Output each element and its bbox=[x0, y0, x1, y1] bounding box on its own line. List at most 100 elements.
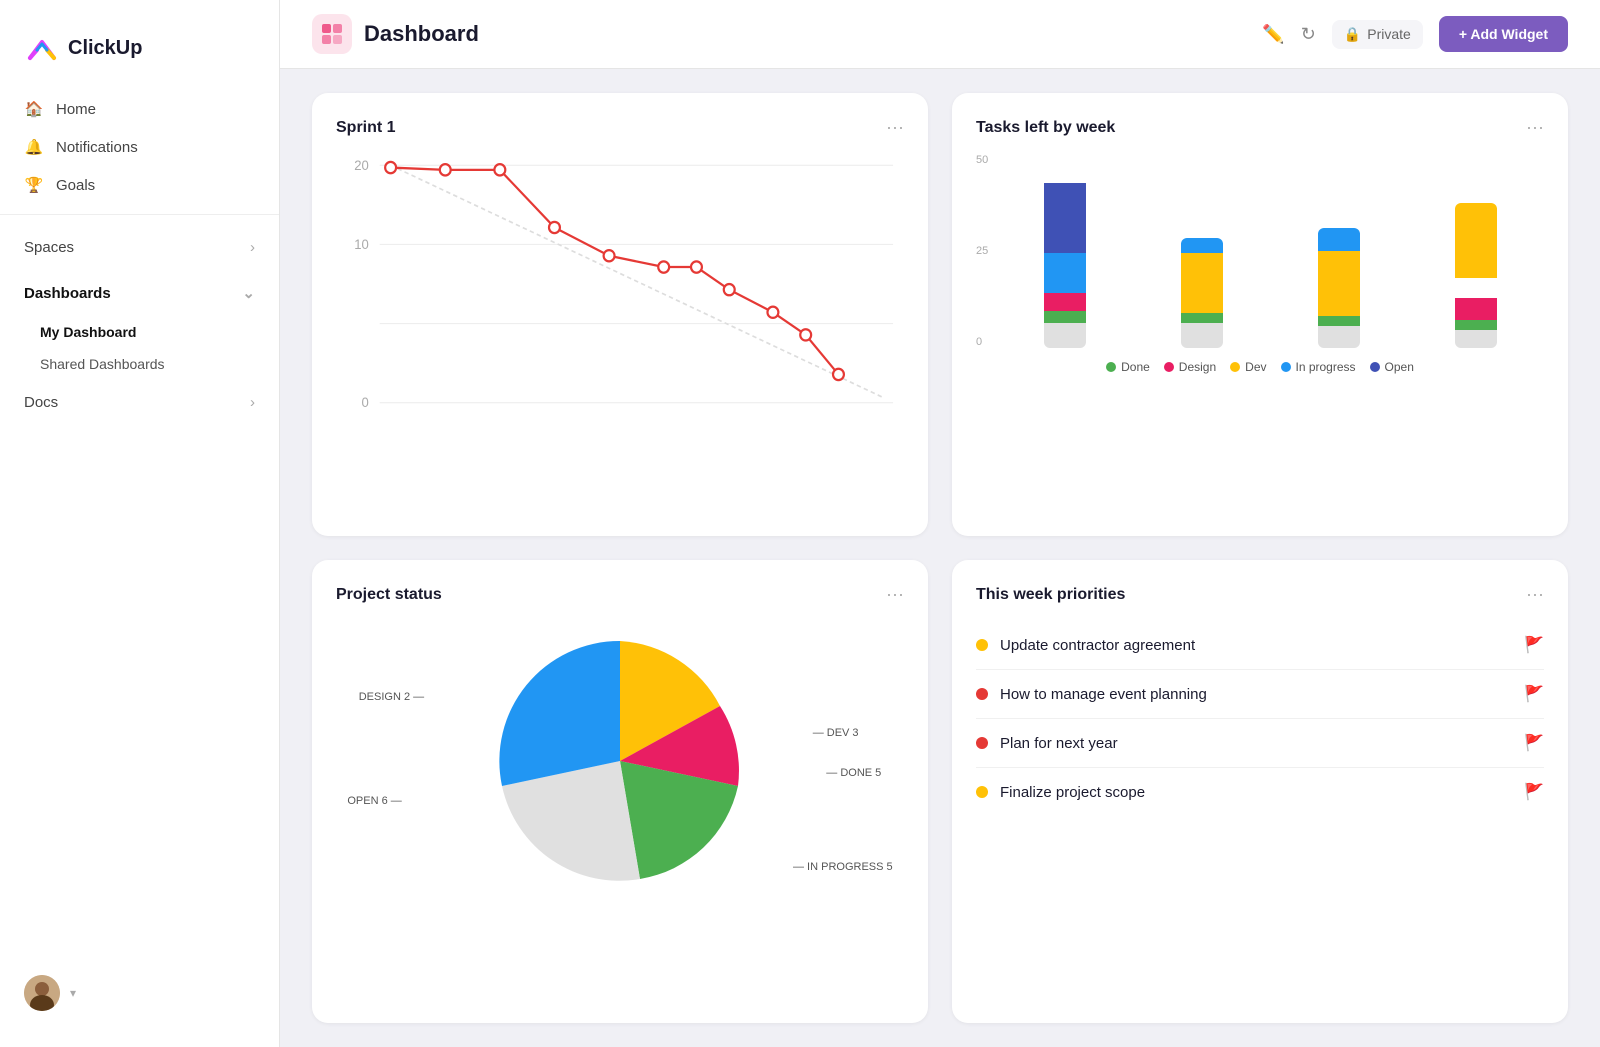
sprint-card-title: Sprint 1 bbox=[336, 119, 396, 137]
y-label-0: 0 bbox=[976, 336, 988, 348]
sidebar-item-notifications-label: Notifications bbox=[56, 139, 138, 156]
chevron-down-user-icon: ▾ bbox=[70, 986, 76, 1000]
legend-design: Design bbox=[1164, 360, 1216, 374]
tasks-menu-icon[interactable]: ··· bbox=[1526, 117, 1544, 138]
project-status-menu[interactable]: ··· bbox=[886, 584, 904, 605]
priority-dot-2 bbox=[976, 688, 988, 700]
my-dashboard-label: My Dashboard bbox=[40, 324, 136, 340]
user-profile[interactable]: ▾ bbox=[0, 959, 279, 1027]
priority-flag-2: 🚩 bbox=[1524, 684, 1544, 704]
priorities-card: This week priorities ··· Update contract… bbox=[952, 560, 1568, 1023]
sidebar-item-home[interactable]: 🏠 Home bbox=[0, 90, 279, 128]
dashboards-section-left: Dashboards bbox=[24, 285, 111, 302]
svg-text:10: 10 bbox=[354, 237, 369, 252]
sprint-card-header: Sprint 1 ··· bbox=[336, 117, 904, 138]
legend-done-label: Done bbox=[1121, 360, 1150, 374]
content-grid: Sprint 1 ··· 20 10 0 bbox=[280, 69, 1600, 1047]
priority-flag-3: 🚩 bbox=[1524, 733, 1544, 753]
priority-flag-4: 🚩 bbox=[1524, 782, 1544, 802]
priority-item-1: Update contractor agreement 🚩 bbox=[976, 621, 1544, 670]
project-status-header: Project status ··· bbox=[336, 584, 904, 605]
shared-dashboards-label: Shared Dashboards bbox=[40, 356, 165, 372]
priority-text-2: How to manage event planning bbox=[1000, 686, 1512, 703]
pie-label-done: — DONE 5 bbox=[826, 767, 881, 779]
priority-dot-1 bbox=[976, 639, 988, 651]
goals-icon: 🏆 bbox=[24, 176, 44, 194]
y-label-25: 25 bbox=[976, 245, 988, 257]
sidebar-item-shared-dashboards[interactable]: Shared Dashboards bbox=[0, 348, 279, 380]
project-status-title: Project status bbox=[336, 586, 442, 604]
sprint-card: Sprint 1 ··· 20 10 0 bbox=[312, 93, 928, 536]
main-area: Dashboard ✏️ ↻ 🔒 Private + Add Widget Sp… bbox=[280, 0, 1600, 1047]
chevron-right-icon: › bbox=[250, 239, 255, 256]
sidebar-item-my-dashboard[interactable]: My Dashboard bbox=[0, 316, 279, 348]
avatar bbox=[24, 975, 60, 1011]
pie-label-inprogress: — IN PROGRESS 5 bbox=[793, 861, 893, 873]
privacy-badge[interactable]: 🔒 Private bbox=[1332, 20, 1423, 49]
project-status-card: Project status ··· bbox=[312, 560, 928, 1023]
clickup-logo-icon bbox=[24, 30, 60, 66]
chevron-right-icon-docs: › bbox=[250, 394, 255, 411]
svg-text:0: 0 bbox=[361, 395, 368, 410]
chevron-down-icon: ⌄ bbox=[242, 284, 255, 302]
sidebar-section-docs[interactable]: Docs › bbox=[0, 380, 279, 425]
bell-icon: 🔔 bbox=[24, 138, 44, 156]
stacked-bar-1 bbox=[1044, 178, 1086, 348]
priority-text-1: Update contractor agreement bbox=[1000, 637, 1512, 654]
refresh-icon[interactable]: ↻ bbox=[1301, 24, 1316, 45]
lock-icon: 🔒 bbox=[1344, 26, 1361, 43]
legend-dev: Dev bbox=[1230, 360, 1266, 374]
legend-open-label: Open bbox=[1385, 360, 1414, 374]
priority-item-2: How to manage event planning 🚩 bbox=[976, 670, 1544, 719]
svg-text:20: 20 bbox=[354, 158, 369, 173]
legend-open: Open bbox=[1370, 360, 1414, 374]
bar-group-1 bbox=[1006, 178, 1123, 348]
pie-chart-area: — DEV 3 DESIGN 2 — — DONE 5 OPEN 6 — bbox=[336, 621, 904, 901]
bar-group-3 bbox=[1280, 228, 1397, 348]
priority-dot-3 bbox=[976, 737, 988, 749]
sidebar-item-goals-label: Goals bbox=[56, 177, 95, 194]
stacked-bar-4 bbox=[1455, 203, 1497, 348]
docs-section-left: Docs bbox=[24, 394, 58, 411]
priorities-header: This week priorities ··· bbox=[976, 584, 1544, 605]
add-widget-button[interactable]: + Add Widget bbox=[1439, 16, 1568, 52]
sidebar-divider-1 bbox=[0, 214, 279, 215]
pie-label-design: DESIGN 2 — bbox=[359, 691, 424, 703]
pie-label-dev: — DEV 3 bbox=[813, 727, 859, 739]
pie-label-open: OPEN 6 — bbox=[347, 795, 401, 807]
y-label-50: 50 bbox=[976, 154, 988, 166]
legend-design-label: Design bbox=[1179, 360, 1216, 374]
bar-chart-area: 50 25 0 bbox=[976, 154, 1544, 374]
sidebar-item-goals[interactable]: 🏆 Goals bbox=[0, 166, 279, 204]
bar-group-2 bbox=[1143, 238, 1260, 348]
topbar-left: Dashboard bbox=[312, 14, 479, 54]
sidebar: ClickUp 🏠 Home 🔔 Notifications 🏆 Goals S… bbox=[0, 0, 280, 1047]
chart-legend: Done Design Dev In progress bbox=[976, 360, 1544, 374]
sprint-menu-icon[interactable]: ··· bbox=[886, 117, 904, 138]
stacked-bar-2 bbox=[1181, 238, 1223, 348]
topbar-right: ✏️ ↻ 🔒 Private + Add Widget bbox=[1262, 16, 1568, 52]
stacked-bar-3 bbox=[1318, 228, 1360, 348]
privacy-label: Private bbox=[1367, 26, 1411, 42]
topbar: Dashboard ✏️ ↻ 🔒 Private + Add Widget bbox=[280, 0, 1600, 69]
logo-text: ClickUp bbox=[68, 37, 142, 60]
priorities-menu[interactable]: ··· bbox=[1526, 584, 1544, 605]
logo-area[interactable]: ClickUp bbox=[0, 20, 279, 90]
sidebar-section-spaces[interactable]: Spaces › bbox=[0, 225, 279, 270]
dashboard-icon bbox=[312, 14, 352, 54]
priority-item-4: Finalize project scope 🚩 bbox=[976, 768, 1544, 816]
page-title: Dashboard bbox=[364, 21, 479, 47]
sidebar-item-home-label: Home bbox=[56, 101, 96, 118]
sprint-chart: 20 10 0 bbox=[336, 154, 904, 414]
tasks-card-title: Tasks left by week bbox=[976, 119, 1115, 137]
priority-item-3: Plan for next year 🚩 bbox=[976, 719, 1544, 768]
spaces-section-left: Spaces bbox=[24, 239, 74, 256]
legend-inprogress: In progress bbox=[1281, 360, 1356, 374]
sidebar-dashboards-label: Dashboards bbox=[24, 285, 111, 302]
sidebar-section-dashboards[interactable]: Dashboards ⌄ bbox=[0, 270, 279, 316]
priority-text-4: Finalize project scope bbox=[1000, 784, 1512, 801]
priorities-title: This week priorities bbox=[976, 586, 1125, 604]
edit-icon[interactable]: ✏️ bbox=[1262, 24, 1284, 45]
sidebar-item-notifications[interactable]: 🔔 Notifications bbox=[0, 128, 279, 166]
bar-group-4 bbox=[1417, 203, 1534, 348]
